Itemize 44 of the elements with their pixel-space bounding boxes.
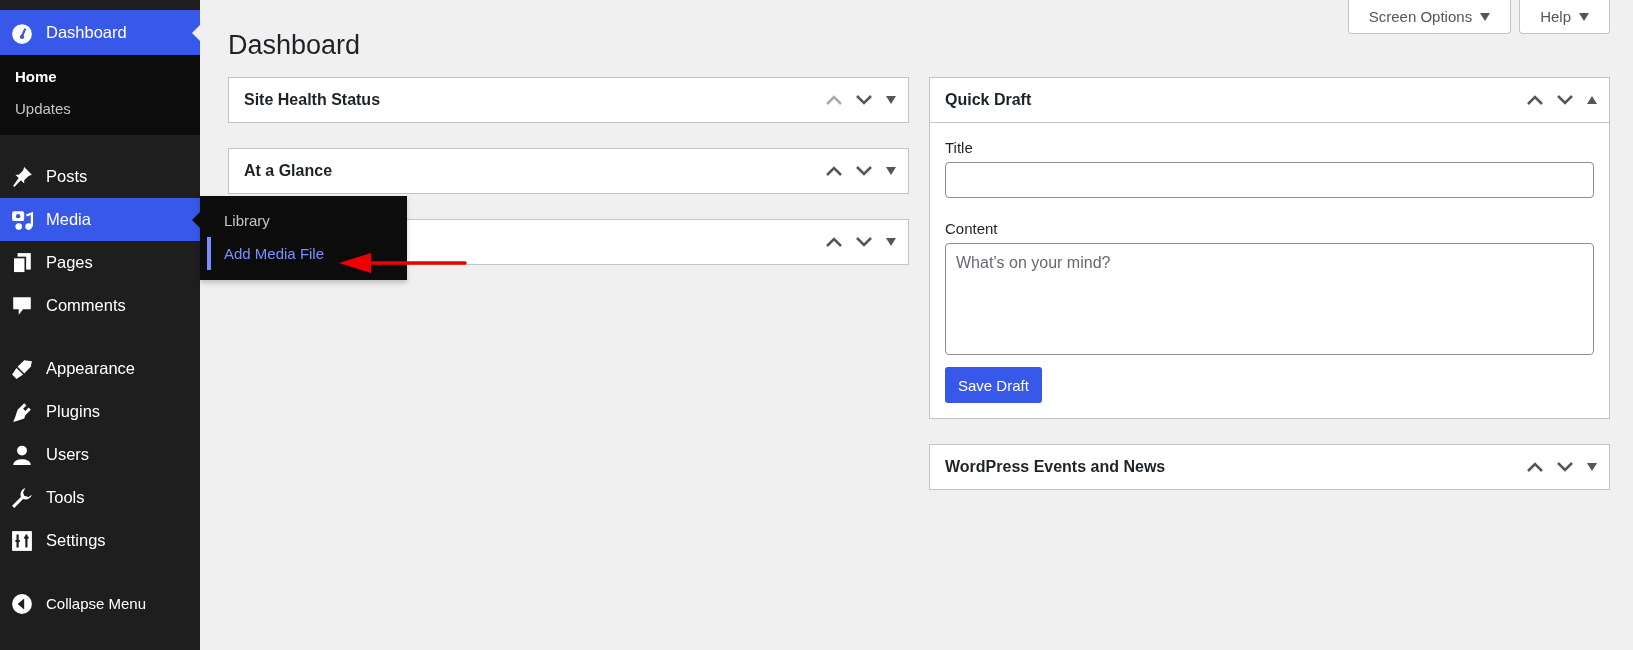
user-icon	[11, 443, 33, 466]
widget-title: Site Health Status	[244, 91, 381, 108]
sidebar-menu-item[interactable]: Users	[0, 433, 200, 476]
sidebar-menu-item[interactable]: Comments	[0, 284, 200, 327]
title-input[interactable]	[945, 162, 1594, 198]
media-icon	[11, 208, 33, 231]
toggle-panel-button[interactable]	[1587, 463, 1597, 471]
content-label: Content	[945, 220, 999, 237]
widget-title: Quick Draft	[945, 91, 1032, 108]
wrench-icon	[11, 486, 33, 509]
caret-icon	[1579, 12, 1589, 21]
plug-icon	[11, 400, 33, 423]
sidebar-menu-item[interactable]: Settings	[0, 519, 200, 562]
sidebar-menu-item[interactable]: Posts	[0, 155, 200, 198]
submenu-item[interactable]: Library	[207, 204, 407, 237]
sidebar-menu-item[interactable]: Media	[0, 198, 200, 241]
sidebar-menu-item[interactable]: Dashboard	[0, 10, 200, 55]
widget-title: WordPress Events and News	[945, 458, 1166, 475]
header-dropdown-button[interactable]: Help	[1519, 0, 1610, 34]
widget-title: At a Glance	[244, 162, 333, 179]
sliders-icon	[11, 529, 33, 552]
toggle-panel-button[interactable]	[886, 96, 896, 104]
pushpin-icon	[11, 165, 33, 188]
sidebar-menu-item[interactable]: Tools	[0, 476, 200, 519]
sidebar-menu-item[interactable]: Appearance	[0, 347, 200, 390]
title-label: Title	[945, 139, 974, 156]
save-draft-button[interactable]: Save Draft	[945, 367, 1042, 403]
submenu-item[interactable]: Updates	[0, 93, 200, 125]
submenu-item[interactable]: Home	[0, 61, 200, 93]
speech-bubble-icon	[11, 294, 33, 317]
toggle-panel-button[interactable]	[886, 238, 896, 246]
toggle-panel-button[interactable]	[1587, 96, 1597, 104]
toggle-panel-button[interactable]	[886, 167, 896, 175]
sidebar-menu-item[interactable]: Pages	[0, 241, 200, 284]
pages-icon	[11, 251, 33, 274]
page-title: Dashboard	[228, 30, 362, 61]
sidebar-menu-item[interactable]: Plugins	[0, 390, 200, 433]
header-dropdown-button[interactable]: Screen Options	[1347, 0, 1512, 34]
caret-icon	[1480, 12, 1491, 21]
gauge-icon	[11, 21, 33, 44]
brush-icon	[11, 357, 33, 380]
content-textarea[interactable]: What’s on your mind?	[945, 243, 1594, 355]
collapse-icon	[11, 592, 33, 615]
collapse-menu-button[interactable]: Collapse Menu	[0, 582, 200, 625]
